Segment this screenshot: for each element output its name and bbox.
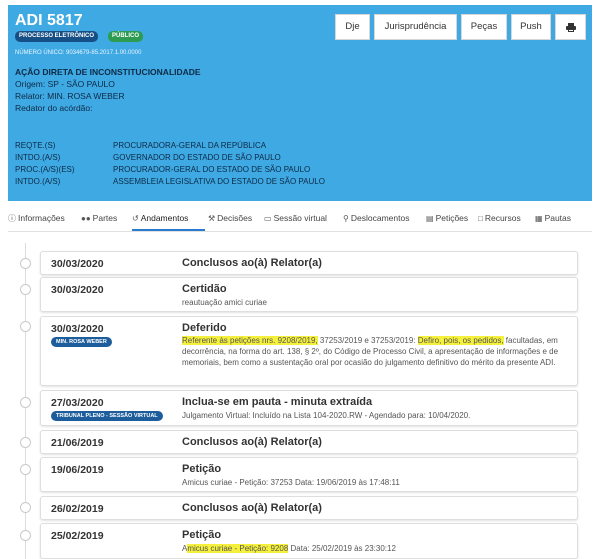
tab-recursos[interactable]: □ Recursos [478, 213, 521, 223]
timeline-dot [20, 502, 31, 513]
tab-partes[interactable]: ●● Partes [81, 213, 117, 223]
party-row: REQTE.(S) PROCURADORA-GERAL DA REPÚBLICA [15, 141, 266, 150]
party-role: PROC.(A/S)(ES) [15, 165, 75, 174]
jurisprudencia-button[interactable]: Jurisprudência [374, 14, 457, 40]
session-badge: TRIBUNAL PLENO - SESSÃO VIRTUAL [51, 411, 163, 421]
andamento-description: Julgamento Virtual: Incluído na Lista 10… [182, 411, 471, 420]
calendar-icon: ▦ [535, 214, 543, 223]
andamento-date: 25/02/2019 [51, 530, 104, 542]
andamento-date: 30/03/2020 [51, 284, 104, 296]
monitor-icon: ▭ [264, 214, 272, 223]
tab-pautas[interactable]: ▦ Pautas [535, 213, 571, 223]
andamento-item: 30/03/2020 Conclusos ao(à) Relator(a) [40, 251, 578, 275]
party-role: INTDO.(A/S) [15, 153, 61, 162]
process-header: ADI 5817 PROCESSO ELETRÔNICO PÚBLICO NÚM… [8, 5, 592, 201]
origem: Origem: SP - SÃO PAULO [15, 79, 115, 89]
party-row: INTDO.(A/S) GOVERNADOR DO ESTADO DE SÃO P… [15, 153, 281, 162]
pecas-button[interactable]: Peças [461, 14, 507, 40]
party-name: ASSEMBLEIA LEGISLATIVA DO ESTADO DE SÃO … [113, 177, 325, 186]
andamento-title: Deferido [182, 322, 227, 334]
timeline-dot [20, 258, 31, 269]
andamento-description: reautuação amici curiae [182, 298, 267, 307]
andamento-item: 25/02/2019 Petição Amicus curiae - Petiç… [40, 523, 578, 559]
timeline-dot [20, 464, 31, 475]
andamento-title: Inclua-se em pauta - minuta extraída [182, 396, 373, 408]
push-button[interactable]: Push [511, 14, 551, 40]
tab-deslocamentos[interactable]: ⚲ Deslocamentos [343, 213, 409, 223]
andamento-description: Referente às petições nrs. 9208/2019, 37… [182, 336, 559, 367]
andamento-description: Amicus curiae - Petição: 37253 Data: 19/… [182, 478, 400, 487]
gavel-icon: ⚒ [208, 214, 216, 223]
timeline-dot [20, 321, 31, 332]
andamento-item: 21/06/2019 Conclusos ao(à) Relator(a) [40, 430, 578, 454]
andamento-title: Certidão [182, 283, 227, 295]
process-class: AÇÃO DIRETA DE INCONSTITUCIONALIDADE [15, 67, 201, 77]
relator: Relator: MIN. ROSA WEBER [15, 91, 125, 101]
print-icon [565, 23, 576, 32]
party-name: GOVERNADOR DO ESTADO DE SÃO PAULO [113, 153, 281, 162]
andamento-date: 30/03/2020 [51, 258, 104, 270]
andamento-item: 19/06/2019 Petição Amicus curiae - Petiç… [40, 457, 578, 492]
andamento-item: 27/03/2020 TRIBUNAL PLENO - SESSÃO VIRTU… [40, 390, 578, 426]
tab-sessao-virtual[interactable]: ▭ Sessão virtual [264, 213, 327, 223]
andamento-title: Conclusos ao(à) Relator(a) [182, 502, 322, 514]
party-role: INTDO.(A/S) [15, 177, 61, 186]
map-marker-icon: ⚲ [343, 214, 349, 223]
andamento-title: Conclusos ao(à) Relator(a) [182, 257, 322, 269]
timeline-dot [20, 397, 31, 408]
tab-informacoes[interactable]: ⓘ Informações [8, 213, 65, 224]
highlighted-text: micus curiae - Petição: 9208 [187, 544, 289, 553]
party-name: PROCURADOR-GERAL DO ESTADO DE SÃO PAULO [113, 165, 311, 174]
numero-unico: NÚMERO ÚNICO: 9034679-85.2017.1.00.0000 [15, 50, 142, 56]
tab-decisoes[interactable]: ⚒ Decisões [208, 213, 252, 223]
timeline-dot [20, 530, 31, 541]
history-icon: ↺ [132, 214, 139, 223]
andamento-item: 26/02/2019 Conclusos ao(à) Relator(a) [40, 496, 578, 520]
party-name: PROCURADORA-GERAL DA REPÚBLICA [113, 141, 267, 150]
highlighted-text: Referente às petições nrs. 9208/2019, [182, 336, 318, 345]
highlighted-text: Defiro, pois, os pedidos, [417, 336, 504, 345]
andamento-date: 21/06/2019 [51, 437, 104, 449]
andamento-title: Petição [182, 529, 222, 541]
andamento-date: 26/02/2019 [51, 503, 104, 515]
dje-button[interactable]: Dje [335, 14, 370, 40]
badge-publico: PÚBLICO [108, 31, 143, 42]
andamento-date: 27/03/2020 [51, 397, 104, 409]
process-title: ADI 5817 [15, 12, 83, 29]
process-tabs: ⓘ Informações ●● Partes ↺ Andamentos ⚒ Decis… [8, 210, 592, 232]
timeline-dot [20, 284, 31, 295]
tabs-divider [8, 231, 592, 232]
redator-acordao: Redator do acórdão: [15, 103, 93, 113]
party-row: PROC.(A/S)(ES) PROCURADOR-GERAL DO ESTADO… [15, 165, 310, 174]
print-button[interactable] [555, 14, 586, 40]
timeline-dot [20, 437, 31, 448]
info-icon: ⓘ [8, 214, 16, 223]
users-icon: ●● [81, 214, 91, 223]
andamento-item: 30/03/2020 MIN. ROSA WEBER Deferido Refe… [40, 316, 578, 386]
andamento-description: Amicus curiae - Petição: 9208 Data: 25/0… [182, 544, 396, 553]
document-icon: ▤ [426, 214, 434, 223]
relator-badge: MIN. ROSA WEBER [51, 337, 112, 347]
file-icon: □ [478, 214, 483, 223]
andamento-date: 19/06/2019 [51, 464, 104, 476]
tab-andamentos[interactable]: ↺ Andamentos [132, 213, 188, 223]
andamento-date: 30/03/2020 [51, 323, 104, 335]
party-row: INTDO.(A/S) ASSEMBLEIA LEGISLATIVA DO EST… [15, 177, 325, 186]
andamento-title: Conclusos ao(à) Relator(a) [182, 436, 322, 448]
badge-processo-eletronico: PROCESSO ELETRÔNICO [15, 31, 99, 42]
andamento-title: Petição [182, 463, 222, 475]
party-role: REQTE.(S) [15, 141, 56, 150]
andamento-item: 30/03/2020 Certidão reautuação amici cur… [40, 277, 578, 312]
tab-peticoes[interactable]: ▤ Petições [426, 213, 468, 223]
